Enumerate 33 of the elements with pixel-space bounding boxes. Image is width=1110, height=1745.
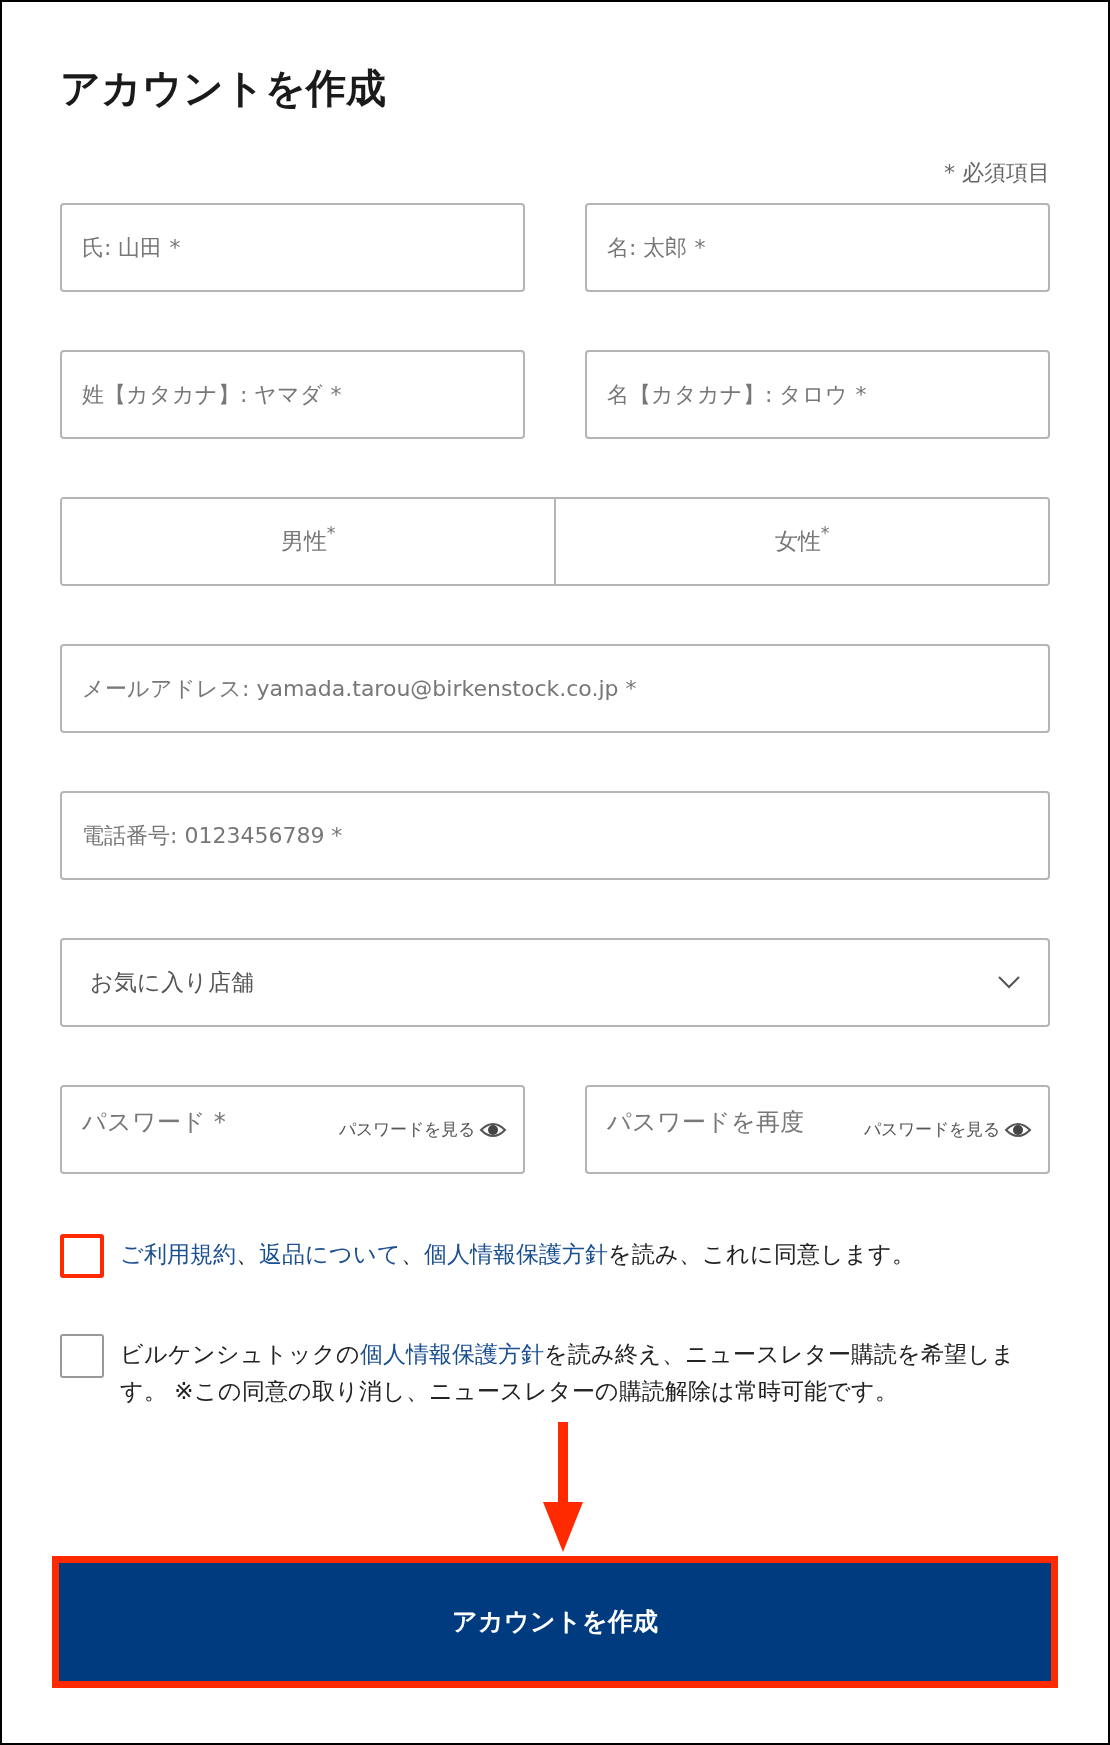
policy-link[interactable]: 個人情報保護方針 (424, 1241, 608, 1267)
input-field[interactable]: 姓【カタカナ】: ヤマダ * (60, 350, 525, 439)
input-field[interactable]: 名: 太郎 * (585, 203, 1050, 292)
consent-text: ご利用規約、返品について、個人情報保護方針を読み、これに同意します。 (120, 1240, 915, 1269)
consent-text: ビルケンシュトックの個人情報保護方針を読み終え、ニュースレター購読を希望します。 ※この同意の取り消し、ニュースレターの購読解除は常時可能です。 (120, 1340, 1016, 1406)
field-placeholder: パスワード * (82, 1106, 226, 1138)
select-placeholder: お気に入り店舗 (90, 968, 254, 998)
field-placeholder: 名: 太郎 * (607, 234, 706, 262)
input-field[interactable]: 電話番号: 0123456789 * (60, 791, 1050, 880)
password-field[interactable]: パスワードを再度 パスワードを見る (585, 1085, 1050, 1174)
chevron-down-icon (998, 976, 1020, 989)
create-account-button[interactable]: アカウントを作成 (59, 1563, 1051, 1681)
page-title: アカウントを作成 (60, 64, 387, 113)
field-placeholder: 氏: 山田 * (82, 234, 181, 262)
input-field[interactable]: メールアドレス: yamada.tarou@birkenstock.co.jp * (60, 644, 1050, 733)
input-field[interactable]: 氏: 山田 * (60, 203, 525, 292)
password-field[interactable]: パスワード * パスワードを見る (60, 1085, 525, 1174)
show-password-toggle[interactable]: パスワードを見る (864, 1116, 1032, 1143)
field-placeholder: 姓【カタカナ】: ヤマダ * (82, 381, 342, 409)
gender-option[interactable]: 女性$^{*}$ (554, 499, 1048, 584)
input-field[interactable]: 名【カタカナ】: タロウ * (585, 350, 1050, 439)
field-placeholder: メールアドレス: yamada.tarou@birkenstock.co.jp * (82, 675, 637, 703)
store-select[interactable]: お気に入り店舗 (60, 938, 1050, 1027)
policy-link[interactable]: 返品について (259, 1241, 401, 1267)
field-placeholder: 名【カタカナ】: タロウ * (607, 381, 867, 409)
policy-link[interactable]: ご利用規約 (120, 1241, 236, 1267)
policy-link[interactable]: 個人情報保護方針 (360, 1341, 544, 1367)
show-password-toggle[interactable]: パスワードを見る (339, 1116, 507, 1143)
checkbox[interactable] (60, 1234, 104, 1278)
checkbox[interactable] (60, 1334, 104, 1378)
required-note: * 必須項目 (944, 159, 1050, 187)
field-placeholder: パスワードを再度 (607, 1106, 804, 1138)
field-placeholder: 電話番号: 0123456789 * (82, 822, 343, 850)
